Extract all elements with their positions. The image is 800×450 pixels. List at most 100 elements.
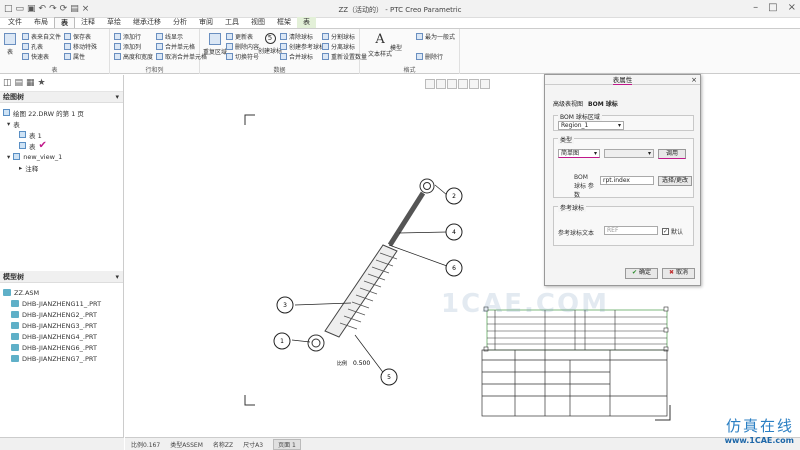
hole-table-button[interactable]: 孔表 <box>22 42 43 51</box>
model-tree-settings-icon[interactable]: ▾ <box>115 273 119 281</box>
region-select[interactable]: Region_1 ▾ <box>558 121 624 130</box>
tab-sketch[interactable]: 草绘 <box>101 17 127 28</box>
collapse-icon[interactable]: ▸ <box>19 164 22 172</box>
add-row-button[interactable]: 添加行 <box>114 32 141 41</box>
tree-item-table1[interactable]: 表 1 <box>3 129 123 140</box>
ref-text-input[interactable]: REF <box>604 226 658 235</box>
tab-frame[interactable]: 框架 <box>271 17 297 28</box>
tab-annotate[interactable]: 注释 <box>75 17 101 28</box>
top-text-button[interactable]: 最为一般式 <box>416 32 455 41</box>
tab-analysis[interactable]: 分析 <box>167 17 193 28</box>
maximize-icon[interactable]: □ <box>768 2 777 13</box>
model-item[interactable]: DHB-JIANZHENG2_.PRT <box>3 309 123 320</box>
clear-cell-button[interactable]: 删除行 <box>416 52 443 61</box>
ref-fieldset: 参考球标 参考球标文本 REF ✓ 默认 <box>553 203 694 246</box>
tree-root[interactable]: 绘图 22.DRW 的第 1 页 <box>3 107 123 118</box>
ok-button[interactable]: ✔ 确定 <box>625 268 658 279</box>
line-display-button[interactable]: 线显示 <box>156 32 183 41</box>
folder-icon[interactable]: ▦ <box>26 78 35 88</box>
tab-review[interactable]: 审阅 <box>193 17 219 28</box>
shock-absorber-view[interactable] <box>307 178 435 352</box>
tree-item-view[interactable]: ▾ new_view_1 <box>3 151 123 162</box>
expand-icon[interactable]: ▾ <box>7 153 10 161</box>
select-change-button[interactable]: 选择/更改 <box>658 176 692 186</box>
type-select[interactable]: 简单图 ▾ <box>558 149 600 158</box>
add-row-icon <box>114 33 121 40</box>
attributes-button[interactable]: 属性 <box>64 52 85 61</box>
create-ref-balloon-button[interactable]: 创建参考球标 <box>280 42 325 51</box>
merge-cells-button[interactable]: 合并单元格 <box>156 42 195 51</box>
table-button[interactable]: 表 <box>4 33 16 56</box>
page-tab[interactable]: 页面 1 <box>273 438 301 450</box>
repeat-region-button[interactable]: 重复区域 <box>203 33 227 56</box>
quick-tables-button[interactable]: 快速表 <box>22 52 49 61</box>
model-item[interactable]: DHB-JIANZHENG3_.PRT <box>3 320 123 331</box>
balloon-3-text: 3 <box>283 302 287 309</box>
close-icon[interactable]: × <box>788 2 796 13</box>
top-eyelet-hole <box>423 182 431 190</box>
model-item[interactable]: DHB-JIANZHENG4_.PRT <box>3 331 123 342</box>
assembly-icon <box>3 289 11 296</box>
type-call-button[interactable]: 调用 <box>658 149 686 159</box>
tab-advanced-view[interactable]: 高级表视图 <box>553 99 583 108</box>
expand-icon[interactable]: ▾ <box>7 120 10 128</box>
default-checkbox[interactable]: ✓ 默认 <box>662 227 683 236</box>
tab-view[interactable]: 视图 <box>245 17 271 28</box>
tab-table[interactable]: 表 <box>54 17 75 28</box>
type-sub-select[interactable]: ▾ <box>604 149 654 158</box>
balloon-5-icon: 5 <box>264 33 276 44</box>
tree-item-notes[interactable]: ▸ 注释 <box>3 162 123 173</box>
tab-layout[interactable]: 布局 <box>28 17 54 28</box>
title-block[interactable] <box>481 349 668 417</box>
update-table-button[interactable]: 更新表 <box>226 32 253 41</box>
regenerate-icon[interactable]: ⟳ <box>60 4 68 14</box>
param-input[interactable]: rpt.index <box>600 176 654 185</box>
height-width-button[interactable]: 高度和宽度 <box>114 52 153 61</box>
save-icon[interactable]: ▣ <box>27 4 36 14</box>
tree-settings-icon[interactable]: ▾ <box>115 93 119 101</box>
split-balloons-button[interactable]: 分割球标 <box>322 32 355 41</box>
cleanup-balloons-button[interactable]: 清除球标 <box>280 32 313 41</box>
switch-symbol-button[interactable]: 切换符号 <box>226 52 259 61</box>
scale-label[interactable]: 比例 <box>337 360 347 367</box>
split-balloons2-button[interactable]: 分离球标 <box>322 42 355 51</box>
tab-tools[interactable]: 工具 <box>219 17 245 28</box>
model-root[interactable]: ZZ.ASM <box>3 287 123 298</box>
move-special-button[interactable]: 移动特殊 <box>64 42 97 51</box>
create-balloons-button[interactable]: 5 创建球标 <box>258 33 282 55</box>
table-from-file-button[interactable]: 表来自文件 <box>22 32 61 41</box>
text-style-button[interactable]: A 文本样式 <box>368 32 392 58</box>
new-icon[interactable]: □ <box>4 4 13 14</box>
part-icon <box>11 344 19 351</box>
tab-legacy[interactable]: 继承迁移 <box>127 17 167 28</box>
minimize-icon[interactable]: – <box>753 2 758 13</box>
text-style-icon: A <box>375 32 385 47</box>
close-window-icon[interactable]: × <box>82 4 90 14</box>
cancel-button[interactable]: ✖ 取消 <box>662 268 695 279</box>
add-col-button[interactable]: 添加列 <box>114 42 141 51</box>
save-table-button[interactable]: 保存表 <box>64 32 91 41</box>
tree-item-tables[interactable]: ▾ 表 <box>3 118 123 129</box>
tab-table-format[interactable]: 表 <box>297 17 316 28</box>
merge-balloons-button[interactable]: 合并球标 <box>280 52 313 61</box>
tree-item-table2[interactable]: 表 ✔ <box>3 140 123 151</box>
favorites-icon[interactable]: ★ <box>38 78 46 88</box>
save-table-icon <box>64 33 71 40</box>
model-item[interactable]: DHB-JIANZHENG6_.PRT <box>3 342 123 353</box>
open-icon[interactable]: ▭ <box>16 4 25 14</box>
scale-value[interactable]: 0.500 <box>353 360 370 367</box>
model-item[interactable]: DHB-JIANZHENG11_.PRT <box>3 298 123 309</box>
undo-icon[interactable]: ↶ <box>39 4 47 14</box>
tab-file[interactable]: 文件 <box>2 17 28 28</box>
model-item[interactable]: DHB-JIANZHENG7_.PRT <box>3 353 123 364</box>
tree-icon[interactable]: ▤ <box>15 78 24 88</box>
window-icon[interactable]: ▤ <box>70 4 79 14</box>
tab-bom-balloons[interactable]: BOM 球标 <box>588 99 618 108</box>
delete-content-icon <box>226 43 233 50</box>
dialog-close-icon[interactable]: × <box>691 75 697 85</box>
mode-button[interactable]: 模型 <box>390 43 402 52</box>
layers-icon[interactable]: ◫ <box>3 78 12 88</box>
redo-icon[interactable]: ↷ <box>49 4 57 14</box>
part-icon <box>11 355 19 362</box>
delete-content-button[interactable]: 删除内容 <box>226 42 259 51</box>
